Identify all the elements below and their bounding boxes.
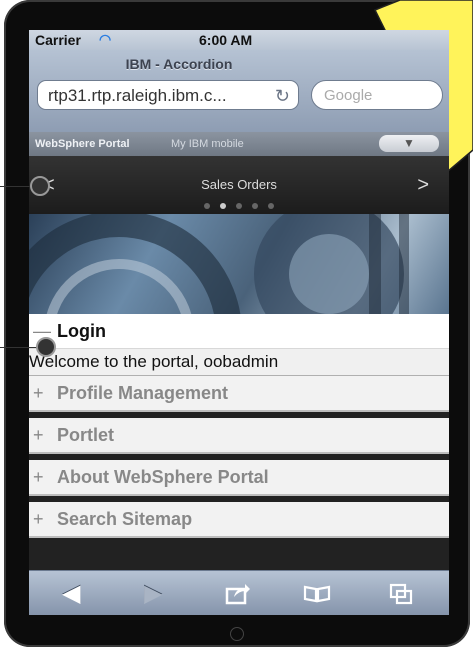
page-indicator <box>29 196 449 214</box>
page-carousel-nav: < Sales Orders > <box>29 156 449 214</box>
share-icon[interactable] <box>225 583 251 605</box>
browser-chrome: IBM - Accordion rtp31.rtp.raleigh.ibm.c.… <box>29 50 449 132</box>
page-dot-active[interactable] <box>220 203 226 209</box>
search-input[interactable]: Google <box>311 80 443 110</box>
chevron-right-icon[interactable]: > <box>417 174 429 197</box>
chevron-down-icon[interactable]: ▼ <box>379 135 439 152</box>
plus-icon: + <box>33 425 44 445</box>
accordion-header-search-sitemap[interactable]: + Search Sitemap <box>29 502 449 538</box>
welcome-message: Welcome to the portal, oobadmin <box>29 348 449 377</box>
accordion-header-portlet[interactable]: + Portlet <box>29 418 449 454</box>
gear-image <box>29 214 409 314</box>
portal-bar: WebSphere Portal My IBM mobile ▼ <box>29 132 449 156</box>
accordion-label: Search Sitemap <box>57 509 193 529</box>
home-button[interactable] <box>230 627 244 641</box>
page-dot[interactable] <box>236 203 242 209</box>
plus-icon: + <box>33 467 44 487</box>
back-icon[interactable]: ◀ <box>62 579 80 608</box>
portal-brand: WebSphere Portal <box>35 138 130 150</box>
browser-toolbar: ◀ ▶ <box>29 570 449 615</box>
accordion-label: Portlet <box>57 425 115 445</box>
bookmarks-icon[interactable] <box>303 585 331 603</box>
accordion-header-profile-management[interactable]: + Profile Management <box>29 376 449 412</box>
status-bar: Carrier ◠ 6:00 AM <box>29 30 449 50</box>
page-dot[interactable] <box>252 203 258 209</box>
tabs-icon[interactable] <box>389 583 413 605</box>
page-dot[interactable] <box>268 203 274 209</box>
page-title: IBM - Accordion <box>125 56 233 72</box>
banner-image <box>29 214 449 314</box>
page-dot[interactable] <box>204 203 210 209</box>
wifi-icon: ◠ <box>99 31 112 47</box>
callout-marker <box>30 176 50 196</box>
accordion-label: Login <box>57 321 106 341</box>
accordion-header-about[interactable]: + About WebSphere Portal <box>29 460 449 496</box>
address-bar[interactable]: rtp31.rtp.raleigh.ibm.c... ↻ <box>37 80 299 110</box>
plus-icon: + <box>33 509 44 529</box>
address-text: rtp31.rtp.raleigh.ibm.c... <box>48 86 227 105</box>
callout-line <box>0 347 38 348</box>
accordion-label: About WebSphere Portal <box>57 467 269 487</box>
carrier-label: Carrier <box>35 32 81 48</box>
clock: 6:00 AM <box>199 32 253 48</box>
reload-icon[interactable]: ↻ <box>275 81 290 111</box>
forward-icon[interactable]: ▶ <box>144 579 162 608</box>
accordion-header-login[interactable]: — Login <box>29 314 449 348</box>
callout-marker <box>36 337 56 357</box>
callout-line <box>0 186 34 187</box>
browser-screen: Carrier ◠ 6:00 AM IBM - Accordion rtp31.… <box>29 30 449 615</box>
carousel-title: Sales Orders <box>201 177 277 192</box>
plus-icon: + <box>33 383 44 403</box>
accordion-label: Profile Management <box>57 383 229 403</box>
portal-subtitle: My IBM mobile <box>171 138 244 150</box>
